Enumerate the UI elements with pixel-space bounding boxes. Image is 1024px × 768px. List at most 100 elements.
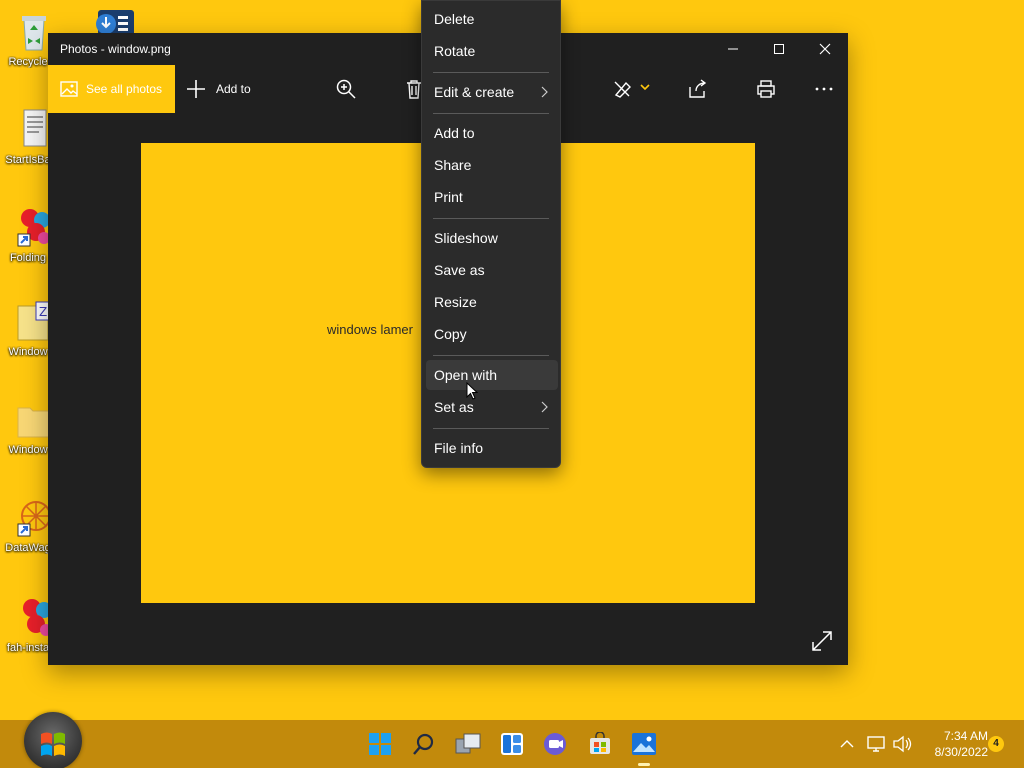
menu-item-share[interactable]: Share [423, 150, 559, 180]
speaker-icon [893, 735, 912, 753]
menu-item-edit-create[interactable]: Edit & create [423, 77, 559, 107]
task-view-icon [455, 733, 481, 754]
datawag-icon [16, 496, 52, 538]
taskbar-widgets-button[interactable] [496, 728, 528, 760]
network-button[interactable] [866, 720, 888, 768]
photos-icon [632, 733, 656, 755]
menu-item-label: Add to [434, 125, 475, 141]
menu-item-label: Slideshow [434, 230, 498, 246]
menu-separator [433, 428, 549, 429]
see-all-photos-label: See all photos [86, 82, 163, 96]
menu-item-delete[interactable]: Delete [423, 4, 559, 34]
volume-button[interactable] [892, 720, 912, 768]
minimize-icon [728, 48, 738, 50]
network-icon [867, 736, 885, 752]
menu-item-label: Save as [434, 262, 485, 278]
context-menu: Delete Rotate Edit & create Add to Share… [421, 0, 561, 468]
mouse-cursor-icon [466, 382, 478, 400]
store-icon [590, 732, 610, 754]
menu-item-copy[interactable]: Copy [423, 319, 559, 349]
menu-item-print[interactable]: Print [423, 182, 559, 212]
clock-button[interactable]: 7:34 AM 8/30/2022 [918, 728, 988, 760]
desktop-icon-label: Window [8, 346, 48, 358]
desktop-icon-startisback[interactable]: StartIsBa [2, 108, 54, 186]
desktop-icon-label: StartIsBa [5, 154, 51, 166]
start-icon [369, 733, 391, 755]
desktop-icon-label: Window [8, 444, 48, 456]
taskbar: 7:34 AM 8/30/2022 [0, 712, 1024, 768]
menu-item-add-to[interactable]: Add to [423, 118, 559, 148]
desktop-icon-datawag[interactable]: DataWag [2, 496, 54, 574]
menu-item-label: Share [434, 157, 472, 173]
photo-gallery-icon [60, 81, 78, 97]
document-icon [16, 108, 52, 150]
share-button[interactable] [677, 65, 717, 113]
more-options-button[interactable] [804, 65, 844, 113]
menu-item-label: File info [434, 440, 484, 456]
desktop-icon-window-archive[interactable]: Z Window [2, 300, 54, 378]
clock-date: 8/30/2022 [934, 745, 988, 759]
start-orb-button[interactable] [24, 712, 82, 768]
desktop-icon-recycle-bin[interactable]: Recycle [2, 10, 54, 88]
desktop-icon-label: Recycle [8, 56, 48, 68]
menu-separator [433, 355, 549, 356]
recycle-bin-icon [16, 10, 52, 52]
menu-item-label: Delete [434, 11, 475, 27]
taskbar-store-button[interactable] [584, 728, 616, 760]
archive-folder-icon: Z [16, 300, 53, 342]
menu-separator [433, 218, 549, 219]
menu-item-label: Resize [434, 294, 477, 310]
taskbar-task-view-button[interactable] [452, 728, 484, 760]
desktop-icon-folding[interactable]: Folding [2, 206, 54, 284]
chat-icon [544, 733, 566, 755]
taskbar-start-button[interactable] [364, 728, 396, 760]
maximize-button[interactable] [756, 33, 802, 65]
zoom-in-icon [336, 79, 356, 99]
chevron-up-icon [840, 740, 854, 748]
folder-icon [16, 398, 52, 440]
menu-item-label: Copy [434, 326, 467, 342]
full-screen-button[interactable] [810, 629, 834, 653]
taskbar-search-button[interactable] [408, 728, 440, 760]
plus-icon [187, 80, 205, 98]
menu-item-save-as[interactable]: Save as [423, 255, 559, 285]
expand-icon [812, 631, 832, 651]
fah-installer-icon [16, 596, 52, 638]
notification-badge[interactable]: 4 [988, 736, 1004, 752]
zoom-button[interactable] [326, 65, 366, 113]
edit-create-button[interactable] [602, 65, 662, 113]
clock-time: 7:34 AM [943, 729, 988, 743]
desktop-icon-fah-installer[interactable]: fah-insta [2, 596, 54, 674]
menu-item-resize[interactable]: Resize [423, 287, 559, 317]
menu-item-set-as[interactable]: Set as [423, 392, 559, 422]
print-button[interactable] [746, 65, 786, 113]
add-to-button[interactable]: Add to [186, 65, 251, 113]
see-all-photos-button[interactable]: See all photos [48, 65, 175, 113]
menu-item-slideshow[interactable]: Slideshow [423, 223, 559, 253]
minimize-button[interactable] [710, 33, 756, 65]
taskbar-photos-button[interactable] [628, 728, 660, 766]
desktop-icon-label: DataWag [5, 542, 51, 554]
folding-at-home-icon [16, 206, 52, 248]
window-title: Photos - window.png [60, 42, 171, 56]
printer-icon [757, 80, 775, 98]
menu-item-open-with[interactable]: Open with [426, 360, 558, 390]
close-button[interactable] [802, 33, 848, 65]
menu-item-label: Print [434, 189, 463, 205]
menu-item-file-info[interactable]: File info [423, 433, 559, 463]
close-icon [819, 43, 831, 55]
add-to-label: Add to [216, 82, 251, 96]
chevron-right-icon [541, 401, 548, 413]
edit-pencil-icon [614, 81, 650, 98]
windows-logo-icon [41, 732, 65, 756]
desktop-icon-window-folder[interactable]: Window [2, 398, 54, 476]
ellipsis-icon [815, 87, 833, 91]
maximize-icon [774, 44, 784, 54]
menu-item-label: Rotate [434, 43, 476, 59]
menu-item-rotate[interactable]: Rotate [423, 36, 559, 66]
taskbar-chat-button[interactable] [540, 728, 572, 760]
widgets-icon [501, 733, 523, 755]
desktop-icon-label: fah-insta [6, 642, 50, 654]
show-hidden-icons-button[interactable] [840, 720, 854, 768]
desktop-icon-label: Folding [9, 252, 47, 264]
